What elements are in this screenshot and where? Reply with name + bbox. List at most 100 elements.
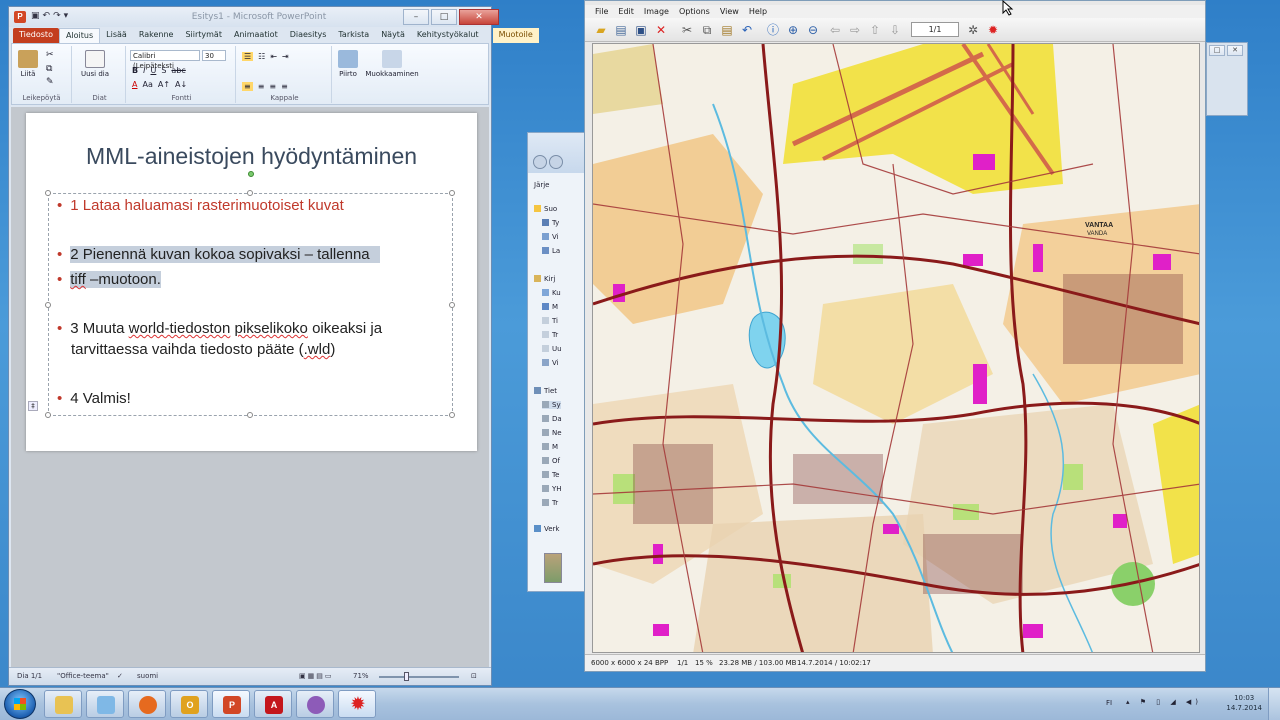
cut-icon[interactable]: ✂ — [679, 22, 695, 38]
fit-to-window-icon[interactable]: ⊡ — [471, 672, 477, 680]
taskbar-outlook[interactable]: O — [170, 690, 208, 718]
tray-icons[interactable]: ▴ ⚑ ▯ ◢ ◀) — [1126, 698, 1202, 706]
paste-button[interactable]: Liitä — [16, 50, 40, 78]
background-window[interactable]: □ ✕ — [1206, 42, 1248, 116]
bullet-item-3[interactable]: • tiff –muotoon. — [57, 271, 161, 288]
shrink-font-icon[interactable]: A↓ — [175, 80, 187, 89]
explorer-item[interactable]: Kirj — [534, 275, 555, 283]
explorer-item[interactable]: M — [542, 303, 558, 311]
grow-font-icon[interactable]: A↑ — [158, 80, 170, 89]
explorer-item[interactable]: Sy — [542, 401, 561, 409]
tab-nayta[interactable]: Näytä — [375, 28, 411, 43]
explorer-item[interactable]: La — [542, 247, 560, 255]
resize-handle[interactable] — [45, 302, 51, 308]
content-textbox[interactable]: • 1 Lataa haluamasi rasterimuotoiset kuva… — [45, 190, 455, 418]
zoom-out-icon[interactable]: ⊖ — [805, 22, 821, 38]
zoom-slider-thumb[interactable] — [404, 672, 409, 681]
zoom-level[interactable]: 71% — [353, 672, 369, 680]
italic-icon[interactable]: I — [143, 66, 145, 75]
autofit-options-icon[interactable]: ‡ — [28, 401, 38, 411]
strike-icon[interactable]: abc — [171, 66, 185, 75]
previous-icon[interactable]: ⇦ — [827, 22, 843, 38]
cut-icon[interactable]: ✂ — [46, 50, 54, 60]
map-image-view[interactable]: VANTAA VANDA — [592, 43, 1200, 653]
tab-lisaa[interactable]: Lisää — [100, 28, 133, 43]
explorer-item[interactable]: Ti — [542, 317, 558, 325]
thumbnail-preview[interactable] — [544, 553, 562, 583]
powerpoint-app-icon[interactable]: P — [14, 11, 26, 23]
zoom-in-icon[interactable]: ⊕ — [785, 22, 801, 38]
justify-icon[interactable]: ≡ — [281, 82, 288, 91]
irfanview-logo-icon[interactable]: ✹ — [985, 22, 1001, 38]
minimize-button[interactable]: – — [403, 9, 429, 25]
explorer-item[interactable]: Vi — [542, 233, 559, 241]
explorer-item[interactable]: Vi — [542, 359, 559, 367]
explorer-item[interactable]: Tr — [542, 331, 558, 339]
view-buttons[interactable]: ▣▦▤▭ — [299, 672, 333, 680]
resize-handle[interactable] — [45, 412, 51, 418]
first-page-icon[interactable]: ⇧ — [867, 22, 883, 38]
undo-icon[interactable]: ↶ — [43, 11, 54, 21]
taskbar-app[interactable] — [86, 690, 124, 718]
align-right-icon[interactable]: ≡ — [269, 82, 276, 91]
explorer-item[interactable]: Ne — [542, 429, 562, 437]
maximize-button[interactable]: □ — [1209, 45, 1225, 56]
editing-button[interactable]: Muokkaaminen — [364, 50, 420, 78]
language-indicator[interactable]: FI — [1106, 699, 1112, 707]
change-case-icon[interactable]: Aa — [142, 80, 152, 89]
draw-button[interactable]: Piirto — [336, 50, 360, 78]
resize-handle[interactable] — [449, 412, 455, 418]
explorer-item[interactable]: YH — [542, 485, 562, 493]
copy-icon[interactable]: ⧉ — [46, 64, 52, 74]
tab-tarkista[interactable]: Tarkista — [332, 28, 375, 43]
bold-icon[interactable]: B — [132, 66, 138, 75]
indent-icon[interactable]: ⇤ — [270, 52, 277, 61]
explorer-item[interactable]: Suo — [534, 205, 557, 213]
underline-icon[interactable]: U — [150, 66, 156, 75]
info-icon[interactable]: ⓘ — [765, 22, 781, 38]
shadow-icon[interactable]: S — [161, 66, 166, 75]
maximize-button[interactable]: □ — [431, 9, 457, 25]
tab-kehitystyokalut[interactable]: Kehitystyökalut — [411, 28, 485, 43]
explorer-item[interactable]: Tr — [542, 499, 558, 507]
zoom-slider[interactable] — [379, 676, 459, 678]
redo-icon[interactable]: ↷ — [53, 11, 64, 21]
resize-handle[interactable] — [449, 190, 455, 196]
font-size-select[interactable]: 30 — [202, 50, 226, 61]
resize-handle[interactable] — [45, 190, 51, 196]
rotate-handle[interactable] — [248, 171, 254, 177]
slide[interactable]: MML-aineistojen hyödyntäminen • 1 Lataa h… — [26, 113, 477, 451]
qat-dropdown-icon[interactable]: ▾ — [64, 11, 72, 21]
close-button[interactable]: ✕ — [1227, 45, 1243, 56]
bullet-item-2[interactable]: • 2 Pienennä kuvan kokoa sopivaksi – tall… — [57, 246, 380, 263]
explorer-item[interactable]: Tiet — [534, 387, 557, 395]
tab-tiedosto[interactable]: Tiedosto — [13, 28, 59, 43]
taskbar-explorer[interactable] — [44, 690, 82, 718]
undo-icon[interactable]: ↶ — [739, 22, 755, 38]
bullet-item-5[interactable]: • 4 Valmis! — [57, 390, 131, 407]
delete-icon[interactable]: ✕ — [653, 22, 669, 38]
slideshow-icon[interactable]: ▤ — [613, 22, 629, 38]
format-painter-icon[interactable]: ✎ — [46, 77, 54, 87]
tab-siirtymat[interactable]: Siirtymät — [179, 28, 228, 43]
menu-view[interactable]: View — [720, 5, 739, 18]
new-slide-button[interactable]: Uusi dia — [80, 50, 110, 78]
close-button[interactable]: ✕ — [459, 9, 499, 25]
menu-file[interactable]: File — [595, 5, 608, 18]
last-page-icon[interactable]: ⇩ — [887, 22, 903, 38]
resize-handle[interactable] — [449, 302, 455, 308]
spellcheck-icon[interactable]: ✓ — [117, 672, 123, 680]
explorer-item[interactable]: Uu — [542, 345, 562, 353]
back-icon[interactable] — [533, 155, 547, 169]
explorer-organize[interactable]: Järje — [534, 181, 549, 189]
clock[interactable]: 10:03 14.7.2014 — [1226, 693, 1262, 713]
bullet-item-4-continued[interactable]: tarvittaessa vaihda tiedosto pääte (.wld… — [71, 341, 335, 358]
outdent-icon[interactable]: ⇥ — [282, 52, 289, 61]
taskbar-firefox[interactable] — [128, 690, 166, 718]
page-number-box[interactable]: 1/1 — [911, 22, 959, 37]
copy-icon[interactable]: ⧉ — [699, 22, 715, 38]
properties-icon[interactable]: ✲ — [965, 22, 981, 38]
quick-access-toolbar[interactable]: ▣↶↷▾ — [31, 11, 71, 21]
taskbar-powerpoint[interactable]: P — [212, 690, 250, 718]
show-desktop-button[interactable] — [1268, 688, 1280, 720]
